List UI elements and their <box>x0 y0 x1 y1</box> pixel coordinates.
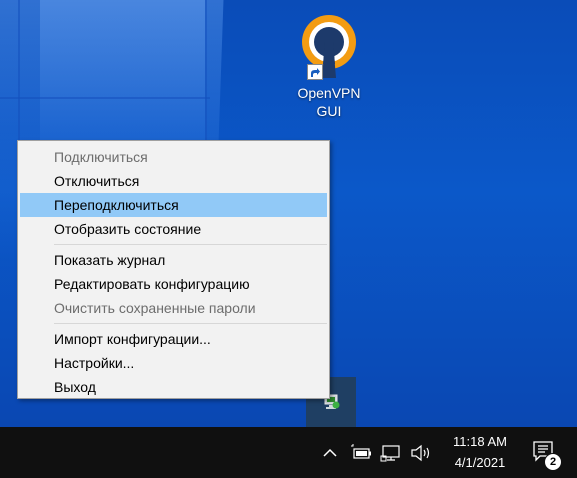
openvpn-context-menu: Подключиться Отключиться Переподключитьс… <box>17 140 330 399</box>
wallpaper-pane-line <box>205 0 207 140</box>
battery-icon[interactable] <box>350 443 374 463</box>
desktop-icon-label: OpenVPN GUI <box>297 85 361 119</box>
wallpaper-pane-line <box>18 0 20 140</box>
menu-item-connect: Подключиться <box>54 149 148 165</box>
clock-time: 11:18 AM <box>453 434 507 449</box>
menu-item-import-config[interactable]: Импорт конфигурации... <box>18 327 329 351</box>
clock-date: 4/1/2021 <box>454 455 506 470</box>
network-icon[interactable] <box>380 443 404 463</box>
openvpn-desktop-shortcut[interactable]: OpenVPN GUI <box>288 14 370 120</box>
volume-icon[interactable] <box>410 443 434 463</box>
chevron-up-icon[interactable] <box>322 443 338 463</box>
wallpaper-pane-line <box>0 97 210 99</box>
notification-count-badge: 2 <box>544 453 562 471</box>
menu-separator <box>54 244 327 245</box>
menu-item-show-status[interactable]: Отобразить состояние <box>18 217 329 241</box>
menu-item-settings[interactable]: Настройки... <box>18 351 329 375</box>
shortcut-arrow-icon <box>307 64 323 80</box>
openvpn-shortcut-icon <box>299 14 359 82</box>
menu-item-edit-config[interactable]: Редактировать конфигурацию <box>18 272 329 296</box>
menu-separator <box>54 323 327 324</box>
action-center-button[interactable]: 2 <box>532 440 562 471</box>
taskbar-clock[interactable]: 11:18 AM 4/1/2021 <box>440 431 520 473</box>
menu-item-reconnect[interactable]: Переподключиться <box>20 193 327 217</box>
menu-item-exit[interactable]: Выход <box>18 375 329 399</box>
menu-item-show-log[interactable]: Показать журнал <box>18 248 329 272</box>
menu-item-clear-passwords: Очистить сохраненные пароли <box>54 300 256 316</box>
taskbar: 11:18 AM 4/1/2021 2 <box>0 427 577 478</box>
menu-item-disconnect[interactable]: Отключиться <box>18 169 329 193</box>
